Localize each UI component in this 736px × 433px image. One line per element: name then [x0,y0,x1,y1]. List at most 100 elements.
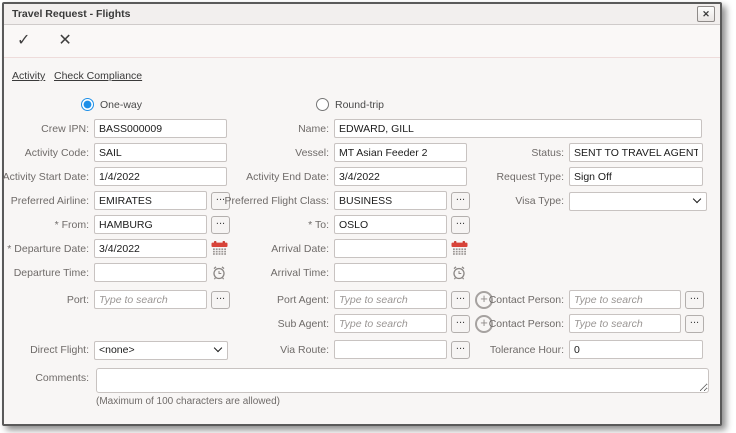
activity-start-date-field: Activity Start Date: [4,167,227,186]
check-compliance-link[interactable]: Check Compliance [54,70,142,82]
arrival-date-label: Arrival Date: [234,243,334,255]
request-type-label: Request Type: [464,171,569,183]
request-type-field: Request Type: [464,167,703,186]
crew-ipn-label: Crew IPN: [4,123,94,135]
activity-link[interactable]: Activity [12,70,45,82]
port-label: Port: [4,294,94,306]
one-way-option[interactable]: One-way [81,98,142,111]
preferred-airline-label: Preferred Airline: [4,195,94,207]
round-trip-radio[interactable] [316,98,329,111]
activity-code-field: Activity Code: [4,143,227,162]
arrival-date-input[interactable] [334,239,447,258]
direct-flight-label: Direct Flight: [4,344,94,356]
port-agent-field: Port Agent: ... + [234,290,493,309]
contact-person-2-input[interactable] [569,314,681,333]
activity-end-date-label: Activity End Date: [234,171,334,183]
close-icon: ✕ [702,9,710,20]
contact-person-2-lookup-button[interactable]: ... [685,315,704,333]
activity-start-date-input[interactable] [94,167,227,186]
activity-end-date-input[interactable] [334,167,467,186]
preferred-flight-class-input[interactable] [334,191,447,210]
preferred-airline-input[interactable] [94,191,207,210]
from-field: * From: ... [4,215,230,234]
close-button[interactable]: ✕ [697,6,715,22]
visa-type-select[interactable] [569,192,707,211]
from-input[interactable] [94,215,207,234]
arrival-date-field: Arrival Date: [234,239,468,258]
direct-flight-field: Direct Flight: <none> [4,340,228,359]
via-route-label: Via Route: [234,344,334,356]
via-route-field: Via Route: ... [234,340,470,359]
from-label: * From: [4,219,94,231]
departure-time-field: Departure Time: [4,263,227,282]
x-icon: ✕ [58,32,71,49]
round-trip-option[interactable]: Round-trip [316,98,384,111]
contact-person-1-input[interactable] [569,290,681,309]
vessel-label: Vessel: [234,147,334,159]
port-agent-input[interactable] [334,290,447,309]
tolerance-hour-input[interactable] [569,340,703,359]
departure-date-calendar-icon[interactable] [211,241,228,256]
port-field: Port: ... [4,290,230,309]
contact-person-2-field: Contact Person: ... [464,314,704,333]
comments-textarea[interactable] [96,368,709,393]
departure-time-label: Departure Time: [4,267,94,279]
arrival-time-clock-icon[interactable] [451,265,467,281]
comments-max-note: (Maximum of 100 characters are allowed) [96,396,280,407]
preferred-airline-field: Preferred Airline: ... [4,191,230,210]
departure-time-input[interactable] [94,263,207,282]
via-route-input[interactable] [334,340,447,359]
contact-person-2-label: Contact Person: [464,318,569,330]
one-way-radio[interactable] [81,98,94,111]
toolbar: ✓ ✕ [4,25,720,58]
departure-date-input[interactable] [94,239,207,258]
status-label: Status: [464,147,569,159]
port-lookup-button[interactable]: ... [211,291,230,309]
contact-person-1-label: Contact Person: [464,294,569,306]
name-field: Name: [234,119,702,138]
tolerance-hour-label: Tolerance Hour: [464,344,569,356]
sub-agent-field: Sub Agent: ... + [234,314,493,333]
travel-request-dialog: Travel Request - Flights ✕ ✓ ✕ Activity … [2,2,722,426]
arrival-time-field: Arrival Time: [234,263,467,282]
vessel-input[interactable] [334,143,467,162]
dialog-title: Travel Request - Flights [12,8,130,20]
from-lookup-button[interactable]: ... [211,216,230,234]
preferred-flight-class-field: Preferred Flight Class: ... [234,191,470,210]
one-way-label: One-way [100,99,142,111]
crew-ipn-input[interactable] [94,119,227,138]
comments-label: Comments: [4,372,94,384]
sub-agent-label: Sub Agent: [234,318,334,330]
checkmark-icon: ✓ [17,32,30,49]
title-bar: Travel Request - Flights ✕ [4,4,720,25]
activity-code-label: Activity Code: [4,147,94,159]
to-lookup-button[interactable]: ... [451,216,470,234]
arrival-time-input[interactable] [334,263,447,282]
comments-field: Comments: [4,368,94,387]
sub-agent-input[interactable] [334,314,447,333]
departure-date-field: * Departure Date: [4,239,228,258]
visa-type-label: Visa Type: [464,195,569,207]
contact-person-1-lookup-button[interactable]: ... [685,291,704,309]
to-input[interactable] [334,215,447,234]
name-label: Name: [234,123,334,135]
activity-code-input[interactable] [94,143,227,162]
vessel-field: Vessel: [234,143,467,162]
to-field: * To: ... [234,215,470,234]
port-input[interactable] [94,290,207,309]
confirm-button[interactable]: ✓ [17,33,30,49]
contact-person-1-field: Contact Person: ... [464,290,704,309]
departure-time-clock-icon[interactable] [211,265,227,281]
arrival-time-label: Arrival Time: [234,267,334,279]
visa-type-field: Visa Type: [464,191,707,210]
direct-flight-select[interactable]: <none> [94,341,228,360]
tolerance-hour-field: Tolerance Hour: [464,340,703,359]
arrival-date-calendar-icon[interactable] [451,241,468,256]
cancel-button[interactable]: ✕ [58,33,71,49]
departure-date-label: * Departure Date: [4,243,94,255]
name-input[interactable] [334,119,702,138]
status-input[interactable] [569,143,703,162]
activity-start-date-label: Activity Start Date: [4,171,94,183]
preferred-flight-class-label: Preferred Flight Class: [234,195,334,207]
request-type-input[interactable] [569,167,703,186]
